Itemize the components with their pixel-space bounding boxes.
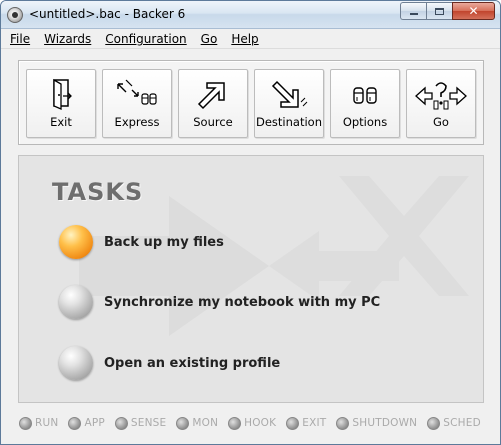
status-label: SENSE — [130, 417, 167, 429]
title-bar[interactable]: <untitled>.bac - Backer 6 ✕ — [1, 1, 500, 29]
status-label: HOOK — [244, 417, 277, 429]
status-led-icon — [336, 416, 350, 430]
options-icon — [331, 76, 399, 114]
status-shutdown: SHUTDOWN — [336, 416, 418, 430]
status-led-icon — [19, 416, 32, 430]
menu-help[interactable]: Help — [231, 32, 258, 46]
maximize-button[interactable] — [426, 2, 452, 20]
menu-bar: File Wizards Configuration Go Help — [1, 30, 500, 49]
tasks-title: TASKS — [52, 178, 144, 206]
status-sense: SENSE — [114, 416, 167, 430]
options-label: Options — [342, 115, 388, 129]
destination-label: Destination — [256, 115, 322, 129]
exit-button[interactable]: Exit — [26, 69, 96, 138]
status-bar: RUN APP SENSE MON HOOK EXIT SHUTDOWN SCH… — [1, 413, 500, 433]
source-arrow-icon — [179, 76, 247, 114]
express-button[interactable]: Express — [102, 69, 172, 138]
window-title: <untitled>.bac - Backer 6 — [29, 7, 186, 21]
options-button[interactable]: Options — [330, 69, 400, 138]
status-led-icon — [228, 416, 242, 430]
menu-file[interactable]: File — [10, 32, 30, 46]
task-backup-label: Back up my files — [104, 234, 224, 250]
menu-configuration[interactable]: Configuration — [105, 32, 186, 46]
status-label: MON — [192, 417, 219, 429]
window-controls: ✕ — [400, 2, 495, 20]
status-led-icon — [427, 416, 441, 430]
task-open-profile[interactable]: Open an existing profile — [59, 345, 280, 381]
status-hook: HOOK — [228, 416, 277, 430]
express-icon — [103, 76, 171, 114]
status-label: RUN — [35, 417, 59, 429]
status-mon: MON — [176, 416, 219, 430]
minimize-icon — [409, 13, 418, 15]
source-button[interactable]: Source — [178, 69, 248, 138]
orange-orb-icon — [59, 225, 93, 259]
express-label: Express — [114, 115, 160, 129]
status-exit: EXIT — [286, 416, 327, 430]
status-led-icon — [286, 416, 300, 430]
status-sched: SCHED — [427, 416, 481, 430]
exit-label: Exit — [50, 115, 72, 129]
close-button[interactable]: ✕ — [452, 2, 495, 20]
task-synchronize-label: Synchronize my notebook with my PC — [104, 294, 381, 310]
app-icon[interactable] — [7, 7, 23, 23]
status-label: SHUTDOWN — [352, 417, 418, 429]
close-icon: ✕ — [468, 4, 479, 18]
gray-orb-icon — [59, 285, 93, 319]
menu-wizards[interactable]: Wizards — [44, 32, 91, 46]
menu-go[interactable]: Go — [201, 32, 218, 46]
task-backup[interactable]: Back up my files — [59, 224, 224, 260]
status-app: APP — [68, 416, 105, 430]
toolbar-panel: Exit Express Source Destination Options … — [18, 60, 484, 145]
status-label: APP — [84, 417, 105, 429]
go-label: Go — [433, 115, 449, 129]
destination-arrow-icon — [255, 76, 323, 114]
status-label: EXIT — [302, 417, 327, 429]
task-open-profile-label: Open an existing profile — [104, 355, 281, 371]
maximize-icon — [435, 7, 444, 15]
status-run: RUN — [19, 416, 59, 430]
task-synchronize[interactable]: Synchronize my notebook with my PC — [59, 284, 380, 320]
go-button[interactable]: Go — [406, 69, 476, 138]
status-led-icon — [176, 416, 190, 430]
gray-orb-icon — [59, 346, 93, 380]
status-led-icon — [114, 416, 128, 430]
destination-button[interactable]: Destination — [254, 69, 324, 138]
minimize-button[interactable] — [400, 2, 426, 20]
go-icon — [407, 76, 475, 114]
status-led-icon — [68, 416, 82, 430]
status-label: SCHED — [443, 417, 481, 429]
tasks-panel: TASKS Back up my files Synchronize my no… — [18, 155, 484, 403]
source-label: Source — [193, 115, 233, 129]
app-window: <untitled>.bac - Backer 6 ✕ File Wizards… — [0, 0, 501, 445]
exit-door-icon — [27, 76, 95, 114]
